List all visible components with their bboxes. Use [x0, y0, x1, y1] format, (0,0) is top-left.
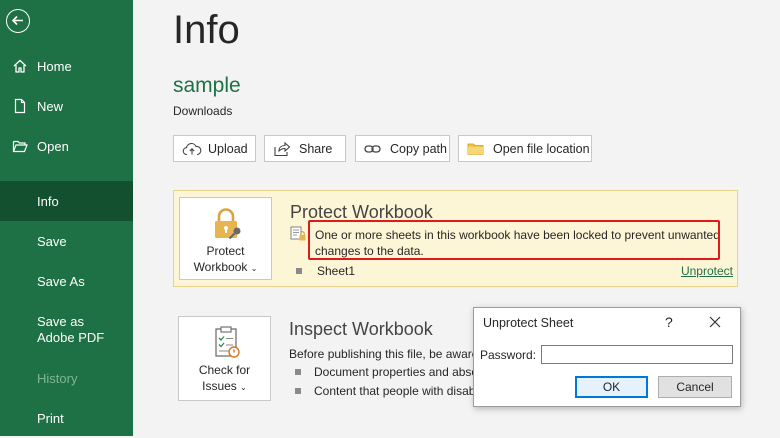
- sidebar-item-label: Print: [37, 410, 64, 426]
- sidebar-item-print[interactable]: Print: [0, 398, 133, 438]
- help-icon[interactable]: ?: [665, 314, 673, 330]
- unprotect-link[interactable]: Unprotect: [681, 264, 733, 278]
- folder-icon: [467, 143, 484, 155]
- check-issues-line2: Issues: [202, 379, 237, 393]
- bullet-icon: [296, 268, 302, 274]
- share-label: Share: [299, 141, 333, 156]
- back-arrow-icon[interactable]: [6, 9, 30, 33]
- protect-workbook-button[interactable]: Protect Workbook ⌄: [179, 197, 272, 280]
- close-icon[interactable]: [708, 315, 722, 329]
- sidebar-item-label: Save as Adobe PDF: [37, 314, 105, 345]
- sidebar-item-label: Save As: [37, 273, 85, 289]
- protect-button-line2: Workbook: [193, 260, 248, 274]
- bullet-icon: [295, 369, 301, 375]
- cancel-button[interactable]: Cancel: [658, 376, 732, 398]
- upload-label: Upload: [208, 141, 248, 156]
- sidebar-item-info[interactable]: Info: [0, 181, 133, 221]
- highlight-annotation: [308, 220, 720, 260]
- cloud-upload-icon: [182, 142, 202, 155]
- share-button[interactable]: Share: [264, 135, 346, 162]
- bullet-icon: [295, 388, 301, 394]
- password-label: Password:: [480, 348, 537, 362]
- home-icon: [13, 59, 27, 73]
- link-icon: [364, 144, 381, 153]
- sidebar-item-label: Open: [37, 138, 69, 154]
- copy-path-button[interactable]: Copy path: [355, 135, 450, 162]
- inspect-bullet-content: Content that people with disab: [314, 384, 476, 398]
- upload-button[interactable]: Upload: [173, 135, 256, 162]
- unprotect-sheet-dialog: Unprotect Sheet ? Password: OK Cancel: [473, 307, 741, 407]
- sidebar-item-open[interactable]: Open: [0, 126, 133, 166]
- protect-button-line1: Protect: [206, 244, 245, 258]
- backstage-sidebar: Home New Open Info Save Save As Save as …: [0, 0, 133, 436]
- inspect-workbook-description: Before publishing this file, be aware: [289, 347, 479, 361]
- inspect-workbook-title: Inspect Workbook: [289, 319, 433, 339]
- folder-open-icon: [12, 140, 28, 153]
- copy-path-label: Copy path: [390, 141, 447, 156]
- sidebar-item-label: Save: [37, 233, 67, 249]
- sidebar-item-new[interactable]: New: [0, 86, 133, 126]
- lock-key-icon: [215, 208, 241, 240]
- dialog-title: Unprotect Sheet: [483, 316, 574, 330]
- sidebar-item-history: History: [0, 358, 133, 398]
- open-file-location-label: Open file location: [493, 141, 590, 156]
- sidebar-item-label: Info: [37, 193, 59, 209]
- check-issues-line1: Check for: [198, 363, 251, 377]
- document-name: sample: [173, 74, 241, 97]
- open-file-location-button[interactable]: Open file location: [458, 135, 592, 162]
- new-document-icon: [14, 98, 26, 114]
- sidebar-item-label: History: [37, 370, 78, 386]
- page-title: Info: [173, 8, 240, 52]
- sidebar-item-home[interactable]: Home: [0, 46, 133, 86]
- sidebar-item-label: Home: [37, 58, 72, 74]
- share-icon: [274, 141, 291, 156]
- ok-button[interactable]: OK: [575, 376, 648, 398]
- document-location: Downloads: [173, 104, 233, 118]
- chevron-down-icon: ⌄: [240, 383, 247, 392]
- sidebar-item-label: New: [37, 98, 64, 114]
- chevron-down-icon: ⌄: [250, 264, 258, 273]
- password-input[interactable]: [541, 345, 733, 364]
- sidebar-item-save[interactable]: Save: [0, 221, 133, 261]
- locked-sheet-icon: [290, 226, 306, 241]
- sidebar-item-save-as[interactable]: Save As: [0, 261, 133, 301]
- check-for-issues-button[interactable]: Check for Issues ⌄: [178, 316, 271, 401]
- sidebar-item-save-as-adobe-pdf[interactable]: Save as Adobe PDF: [0, 314, 110, 354]
- protected-sheet-name: Sheet1: [317, 264, 356, 278]
- checklist-icon: [215, 326, 240, 358]
- inspect-bullet-properties: Document properties and abso: [314, 365, 479, 379]
